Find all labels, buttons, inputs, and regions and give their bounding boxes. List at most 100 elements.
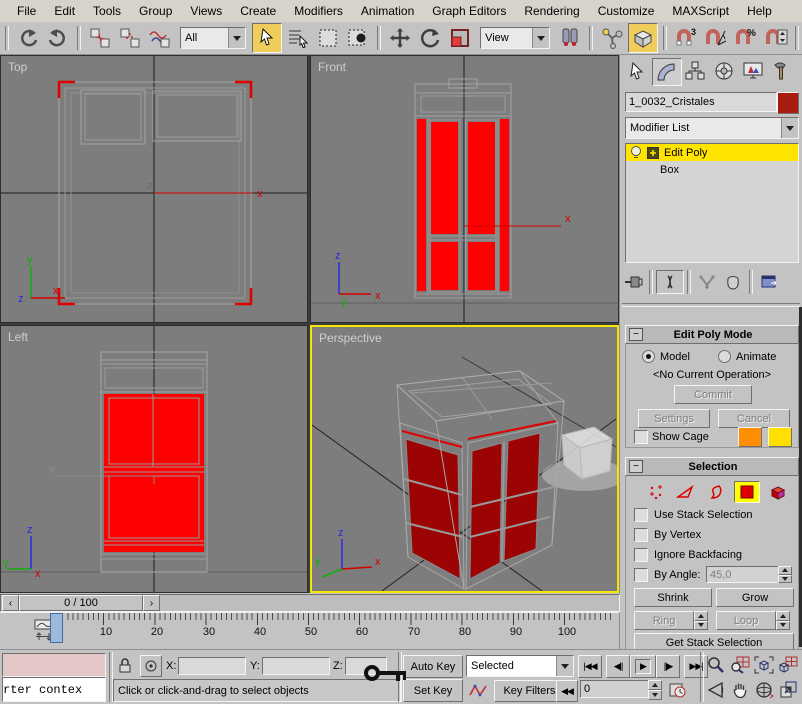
menu-help[interactable]: Help <box>738 1 781 21</box>
zoom-extents-button[interactable] <box>752 653 776 677</box>
play-animation-button[interactable]: ▶ <box>630 655 656 678</box>
selection-lock-toggle[interactable] <box>117 656 133 674</box>
model-radio[interactable]: Model <box>642 350 690 363</box>
shrink-button[interactable]: Shrink <box>634 588 712 607</box>
viewport-top-label[interactable]: Top <box>8 60 27 74</box>
lightbulb-icon[interactable] <box>629 145 643 160</box>
arc-rotate-button[interactable] <box>752 678 776 702</box>
select-and-manipulate-button[interactable] <box>598 24 626 52</box>
maxscript-listener-macro-pane[interactable] <box>2 653 106 677</box>
undo-button[interactable] <box>14 24 42 52</box>
by-angle-field[interactable] <box>706 566 780 583</box>
cancel-button[interactable]: Cancel <box>718 409 790 428</box>
spinner-snap-button[interactable] <box>762 24 790 52</box>
make-unique-button[interactable] <box>694 271 720 293</box>
vertex-subobject-button[interactable] <box>644 482 668 502</box>
rectangular-selection-region-button[interactable] <box>314 24 342 52</box>
zoom-all-button[interactable] <box>728 653 752 677</box>
menu-create[interactable]: Create <box>231 1 285 21</box>
show-end-result-button[interactable] <box>656 270 684 294</box>
rollout-selection-header[interactable]: − Selection <box>625 457 799 476</box>
edge-subobject-button[interactable] <box>674 482 698 502</box>
dropdown-arrow-icon[interactable] <box>781 118 798 138</box>
menu-views[interactable]: Views <box>181 1 231 21</box>
current-frame-field[interactable] <box>580 680 650 698</box>
redo-button[interactable] <box>44 24 72 52</box>
selection-filter-dropdown[interactable]: All <box>180 27 246 49</box>
polygon-subobject-button[interactable] <box>734 481 760 503</box>
cage-selected-color-swatch[interactable] <box>768 427 792 447</box>
menu-file[interactable]: File <box>8 1 45 21</box>
by-angle-checkbox[interactable] <box>634 568 648 582</box>
previous-frame-button[interactable]: ◀|| <box>606 655 630 678</box>
object-name-field[interactable] <box>625 92 777 112</box>
ignore-backfacing-checkbox[interactable] <box>634 548 648 562</box>
radio-icon[interactable] <box>718 350 731 363</box>
next-frame-button[interactable]: ||▶ <box>656 655 680 678</box>
menu-edit[interactable]: Edit <box>45 1 84 21</box>
spinner-down-icon[interactable] <box>648 690 662 700</box>
loop-spinner[interactable] <box>776 611 790 630</box>
collapse-minus-icon[interactable]: − <box>629 460 643 473</box>
menu-maxscript[interactable]: MAXScript <box>663 1 738 21</box>
tab-utilities[interactable] <box>768 58 796 84</box>
use-stack-selection-checkbox[interactable] <box>634 508 648 522</box>
dropdown-arrow-icon[interactable] <box>228 28 245 48</box>
unlink-selection-button[interactable] <box>116 24 144 52</box>
cage-color-swatch[interactable] <box>738 427 762 447</box>
auto-key-button[interactable]: Auto Key <box>403 655 463 678</box>
spinner-down-icon[interactable] <box>694 621 708 631</box>
radio-icon[interactable] <box>642 350 655 363</box>
select-and-rotate-button[interactable] <box>416 24 444 52</box>
menu-graph-editors[interactable]: Graph Editors <box>423 1 515 21</box>
default-in-out-tangent-button[interactable] <box>466 680 490 700</box>
viewport-front[interactable]: Front <box>310 55 619 323</box>
tab-display[interactable] <box>739 58 767 84</box>
frame-spinner[interactable] <box>648 680 662 700</box>
select-and-move-button[interactable] <box>386 24 414 52</box>
x-coordinate-field[interactable] <box>178 657 246 675</box>
stack-item-box[interactable]: Box <box>626 161 798 178</box>
expand-plus-icon[interactable] <box>647 147 659 159</box>
time-slider-handle[interactable]: 0 / 100 <box>19 595 143 611</box>
use-pivot-center-button[interactable] <box>556 24 584 52</box>
cube-toggle-button[interactable] <box>628 23 658 53</box>
viewport-perspective-label[interactable]: Perspective <box>319 331 382 345</box>
spinner-up-icon[interactable] <box>776 611 790 621</box>
spinner-down-icon[interactable] <box>778 575 792 584</box>
menu-rendering[interactable]: Rendering <box>515 1 588 21</box>
viewport-left-label[interactable]: Left <box>8 330 28 344</box>
spinner-down-icon[interactable] <box>776 621 790 631</box>
menu-tools[interactable]: Tools <box>84 1 130 21</box>
next-frame-arrow-button[interactable]: › <box>143 595 160 611</box>
menu-modifiers[interactable]: Modifiers <box>285 1 352 21</box>
by-vertex-checkbox[interactable] <box>634 528 648 542</box>
pan-button[interactable] <box>728 678 752 702</box>
y-coordinate-field[interactable] <box>262 657 330 675</box>
window-crossing-toggle-button[interactable] <box>344 24 372 52</box>
tab-motion[interactable] <box>710 58 738 84</box>
go-to-start-button[interactable]: |◀◀ <box>578 655 602 678</box>
ring-spinner[interactable] <box>694 611 708 630</box>
rollout-edit-poly-mode-header[interactable]: − Edit Poly Mode <box>625 325 799 344</box>
configure-modifier-sets-button[interactable] <box>756 271 782 293</box>
field-of-view-button[interactable] <box>704 678 728 702</box>
tab-create[interactable] <box>623 58 651 84</box>
show-cage-checkbox[interactable] <box>634 430 648 444</box>
viewport-top[interactable]: Top z x y z <box>0 55 308 323</box>
key-mode-dropdown[interactable]: Selected <box>466 655 574 677</box>
percent-snap-button[interactable]: % <box>732 24 760 52</box>
collapse-minus-icon[interactable]: − <box>629 328 643 341</box>
dropdown-arrow-icon[interactable] <box>556 656 573 676</box>
grow-button[interactable]: Grow <box>716 588 794 607</box>
absolute-mode-toggle[interactable] <box>140 655 162 677</box>
toolbar-grip[interactable] <box>5 26 9 50</box>
timeline-ruler[interactable]: 0 10 20 30 40 50 60 70 80 90 100 <box>48 613 614 649</box>
spinner-up-icon[interactable] <box>648 680 662 690</box>
viewport-left[interactable]: Left y <box>0 325 308 593</box>
select-and-link-button[interactable] <box>86 24 114 52</box>
settings-button[interactable]: Settings <box>638 409 710 428</box>
object-color-swatch[interactable] <box>777 92 799 114</box>
select-by-name-button[interactable] <box>284 24 312 52</box>
select-and-scale-button[interactable] <box>446 24 474 52</box>
